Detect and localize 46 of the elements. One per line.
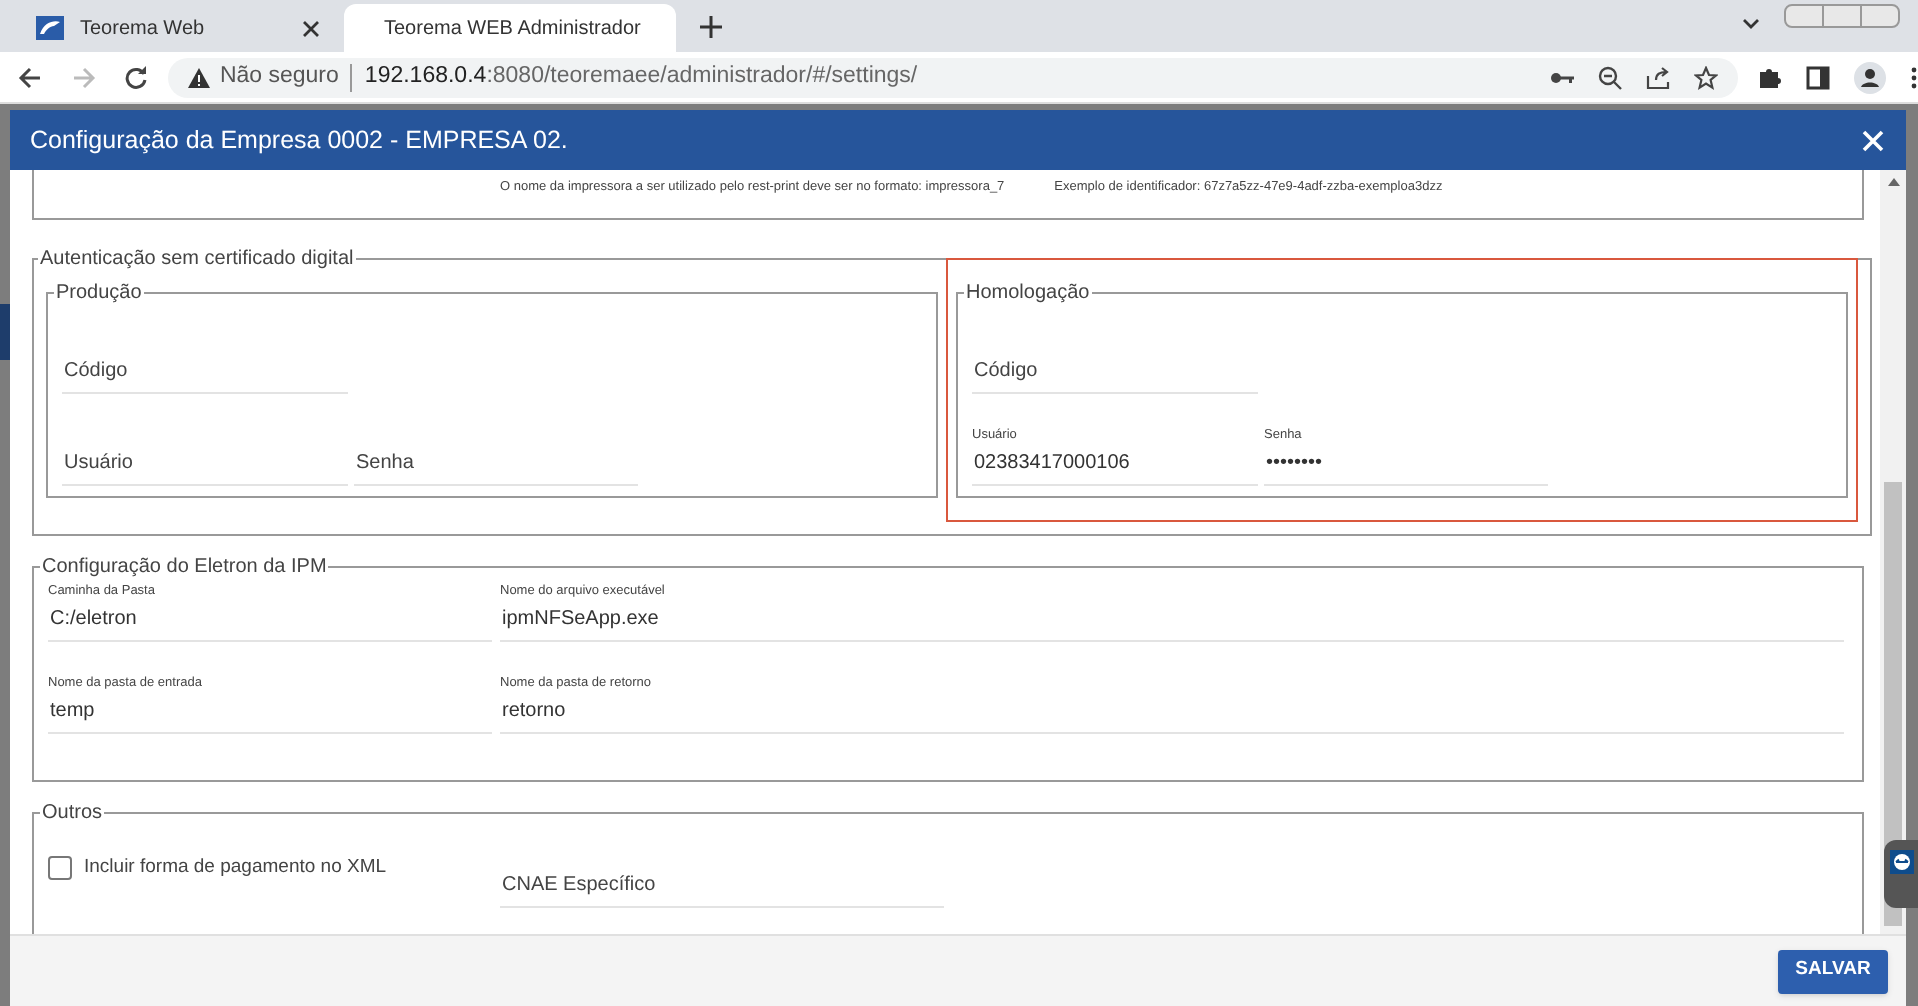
input-field[interactable]: Código bbox=[62, 354, 348, 394]
scrollbar[interactable] bbox=[1880, 170, 1906, 934]
avatar-icon[interactable] bbox=[1854, 61, 1886, 93]
close-icon[interactable] bbox=[302, 19, 320, 37]
input-field[interactable]: 02383417000106 bbox=[972, 446, 1258, 486]
input-field[interactable]: retorno bbox=[500, 694, 1844, 734]
checkbox[interactable] bbox=[48, 856, 72, 880]
new-tab-icon[interactable] bbox=[700, 16, 722, 38]
input-field[interactable]: Senha bbox=[354, 446, 638, 486]
reload-icon[interactable] bbox=[123, 65, 148, 89]
save-button[interactable]: SALVAR bbox=[1778, 949, 1888, 993]
tab-title: Teorema Web bbox=[80, 15, 207, 43]
input-field[interactable]: •••••••• bbox=[1264, 446, 1548, 486]
back-icon[interactable] bbox=[18, 65, 42, 89]
background-sidebar-strip bbox=[0, 304, 10, 360]
menu-icon[interactable] bbox=[1910, 65, 1918, 89]
share-icon[interactable] bbox=[1646, 65, 1670, 89]
section-legend: Outros bbox=[40, 798, 105, 828]
section-legend: Configuração do Eletron da IPM bbox=[40, 552, 329, 582]
section-legend: Autenticação sem certificado digital bbox=[38, 244, 356, 274]
address-bar[interactable]: Não seguro 192.168.0.4:8080/teoremaee/administrador/#/settings/ bbox=[167, 57, 1738, 97]
chevron-down-icon[interactable] bbox=[1742, 18, 1760, 30]
input-field[interactable]: C:/eletron bbox=[48, 602, 492, 642]
warning-icon bbox=[187, 67, 210, 87]
app-logo-icon bbox=[36, 16, 64, 40]
star-icon[interactable] bbox=[1694, 65, 1718, 89]
input-field[interactable]: CNAE Específico bbox=[500, 868, 944, 908]
section-legend: Produção bbox=[54, 278, 144, 308]
input-field[interactable]: temp bbox=[48, 694, 492, 734]
input-field[interactable]: Usuário bbox=[62, 446, 348, 486]
tab-title: Teorema WEB Administrador bbox=[384, 15, 641, 43]
key-icon[interactable] bbox=[1550, 69, 1574, 85]
side-panel-icon[interactable] bbox=[1806, 65, 1830, 89]
scroll-up-icon[interactable] bbox=[1887, 178, 1899, 186]
section-legend: Homologação bbox=[964, 278, 1092, 308]
input-field[interactable]: ipmNFSeApp.exe bbox=[500, 602, 1844, 642]
checkbox-label: Incluir forma de pagamento no XML bbox=[84, 853, 387, 882]
browser-tab[interactable]: Teorema WEB Administrador bbox=[344, 4, 676, 52]
url-path: :8080/teoremaee/administrador/#/settings/ bbox=[486, 61, 918, 92]
modal-title: Configuração da Empresa 0002 - EMPRESA 02. bbox=[30, 123, 570, 158]
remote-support-icon[interactable] bbox=[1884, 840, 1918, 908]
security-label: Não seguro bbox=[219, 61, 339, 92]
input-field[interactable]: Código bbox=[972, 354, 1258, 394]
puzzle-icon[interactable] bbox=[1758, 65, 1782, 89]
url-host: 192.168.0.4 bbox=[364, 61, 487, 92]
zoom-out-icon[interactable] bbox=[1598, 65, 1622, 89]
